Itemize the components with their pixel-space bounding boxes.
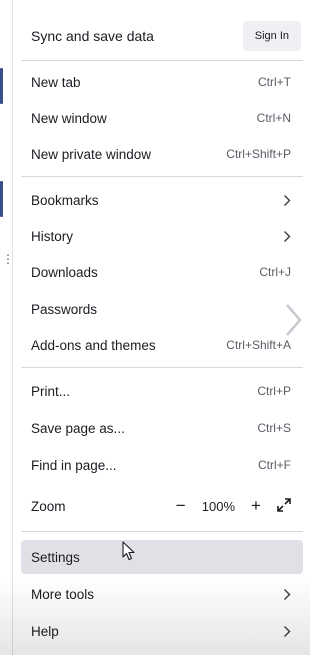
menu-separator: [21, 367, 303, 368]
menu-separator: [21, 176, 303, 177]
menu-item-find-in-page[interactable]: Find in page... Ctrl+F: [21, 448, 303, 482]
fullscreen-icon[interactable]: [277, 497, 291, 515]
menu-item-addons-and-themes[interactable]: Add-ons and themes Ctrl+Shift+A: [21, 328, 303, 362]
background-page-strip: ⋮: [0, 0, 14, 655]
shortcut-label: Ctrl+P: [257, 384, 291, 398]
menu-item-new-private-window[interactable]: New private window Ctrl+Shift+P: [21, 137, 303, 171]
menu-item-new-tab[interactable]: New tab Ctrl+T: [21, 65, 303, 99]
shortcut-label: Ctrl+F: [258, 458, 291, 472]
shortcut-label: Ctrl+S: [257, 421, 291, 435]
menu-item-label: Save page as...: [31, 420, 125, 436]
chevron-right-icon: [283, 194, 291, 207]
menu-item-label: Passwords: [31, 301, 98, 317]
zoom-controls: − 100% +: [174, 496, 291, 516]
menu-item-label: Zoom: [31, 498, 66, 514]
menu-item-history[interactable]: History: [21, 219, 303, 253]
menu-item-label: Find in page...: [31, 457, 117, 473]
menu-item-label: Settings: [31, 549, 80, 565]
zoom-in-button[interactable]: +: [249, 496, 263, 516]
menu-item-label: Add-ons and themes: [31, 337, 156, 353]
chevron-right-icon: [283, 230, 291, 243]
page-accent-mark: [0, 68, 3, 104]
chevron-right-icon: [284, 302, 304, 343]
menu-item-new-window[interactable]: New window Ctrl+N: [21, 101, 303, 135]
menu-item-label: Downloads: [31, 264, 98, 280]
shortcut-label: Ctrl+J: [259, 265, 291, 279]
sync-label: Sync and save data: [31, 28, 154, 44]
menu-item-more-tools[interactable]: More tools: [21, 577, 303, 611]
menu-item-label: Help: [31, 623, 59, 639]
menu-item-settings[interactable]: Settings: [21, 540, 303, 574]
shortcut-label: Ctrl+N: [256, 111, 291, 125]
menu-item-label: New private window: [31, 146, 152, 162]
zoom-row: Zoom − 100% +: [21, 489, 303, 523]
menu-item-save-page-as[interactable]: Save page as... Ctrl+S: [21, 411, 303, 445]
sync-row: Sync and save data Sign In: [13, 14, 311, 58]
zoom-level[interactable]: 100%: [202, 499, 235, 514]
menu-item-help[interactable]: Help: [21, 614, 303, 648]
chevron-right-icon: [283, 625, 291, 638]
menu-item-label: Print...: [31, 383, 71, 399]
menu-item-bookmarks[interactable]: Bookmarks: [21, 183, 303, 217]
menu-item-label: New tab: [31, 74, 81, 90]
app-menu: Sync and save data Sign In New tab Ctrl+…: [12, 0, 310, 655]
shortcut-label: Ctrl+Shift+P: [226, 147, 291, 161]
menu-item-label: More tools: [31, 586, 95, 602]
menu-item-downloads[interactable]: Downloads Ctrl+J: [21, 255, 303, 289]
menu-item-label: History: [31, 228, 74, 244]
menu-item-label: Bookmarks: [31, 192, 99, 208]
shortcut-label: Ctrl+T: [258, 75, 291, 89]
page-accent-mark: [0, 181, 3, 217]
menu-separator: [21, 60, 303, 61]
menu-item-passwords[interactable]: Passwords: [21, 292, 303, 326]
sign-in-button[interactable]: Sign In: [242, 21, 301, 51]
shortcut-label: Ctrl+Shift+A: [226, 338, 291, 352]
menu-item-print[interactable]: Print... Ctrl+P: [21, 374, 303, 408]
menu-item-label: New window: [31, 110, 107, 126]
menu-separator: [21, 531, 303, 532]
chevron-right-icon: [283, 588, 291, 601]
zoom-out-button[interactable]: −: [174, 496, 188, 516]
mouse-cursor-icon: [122, 541, 136, 566]
